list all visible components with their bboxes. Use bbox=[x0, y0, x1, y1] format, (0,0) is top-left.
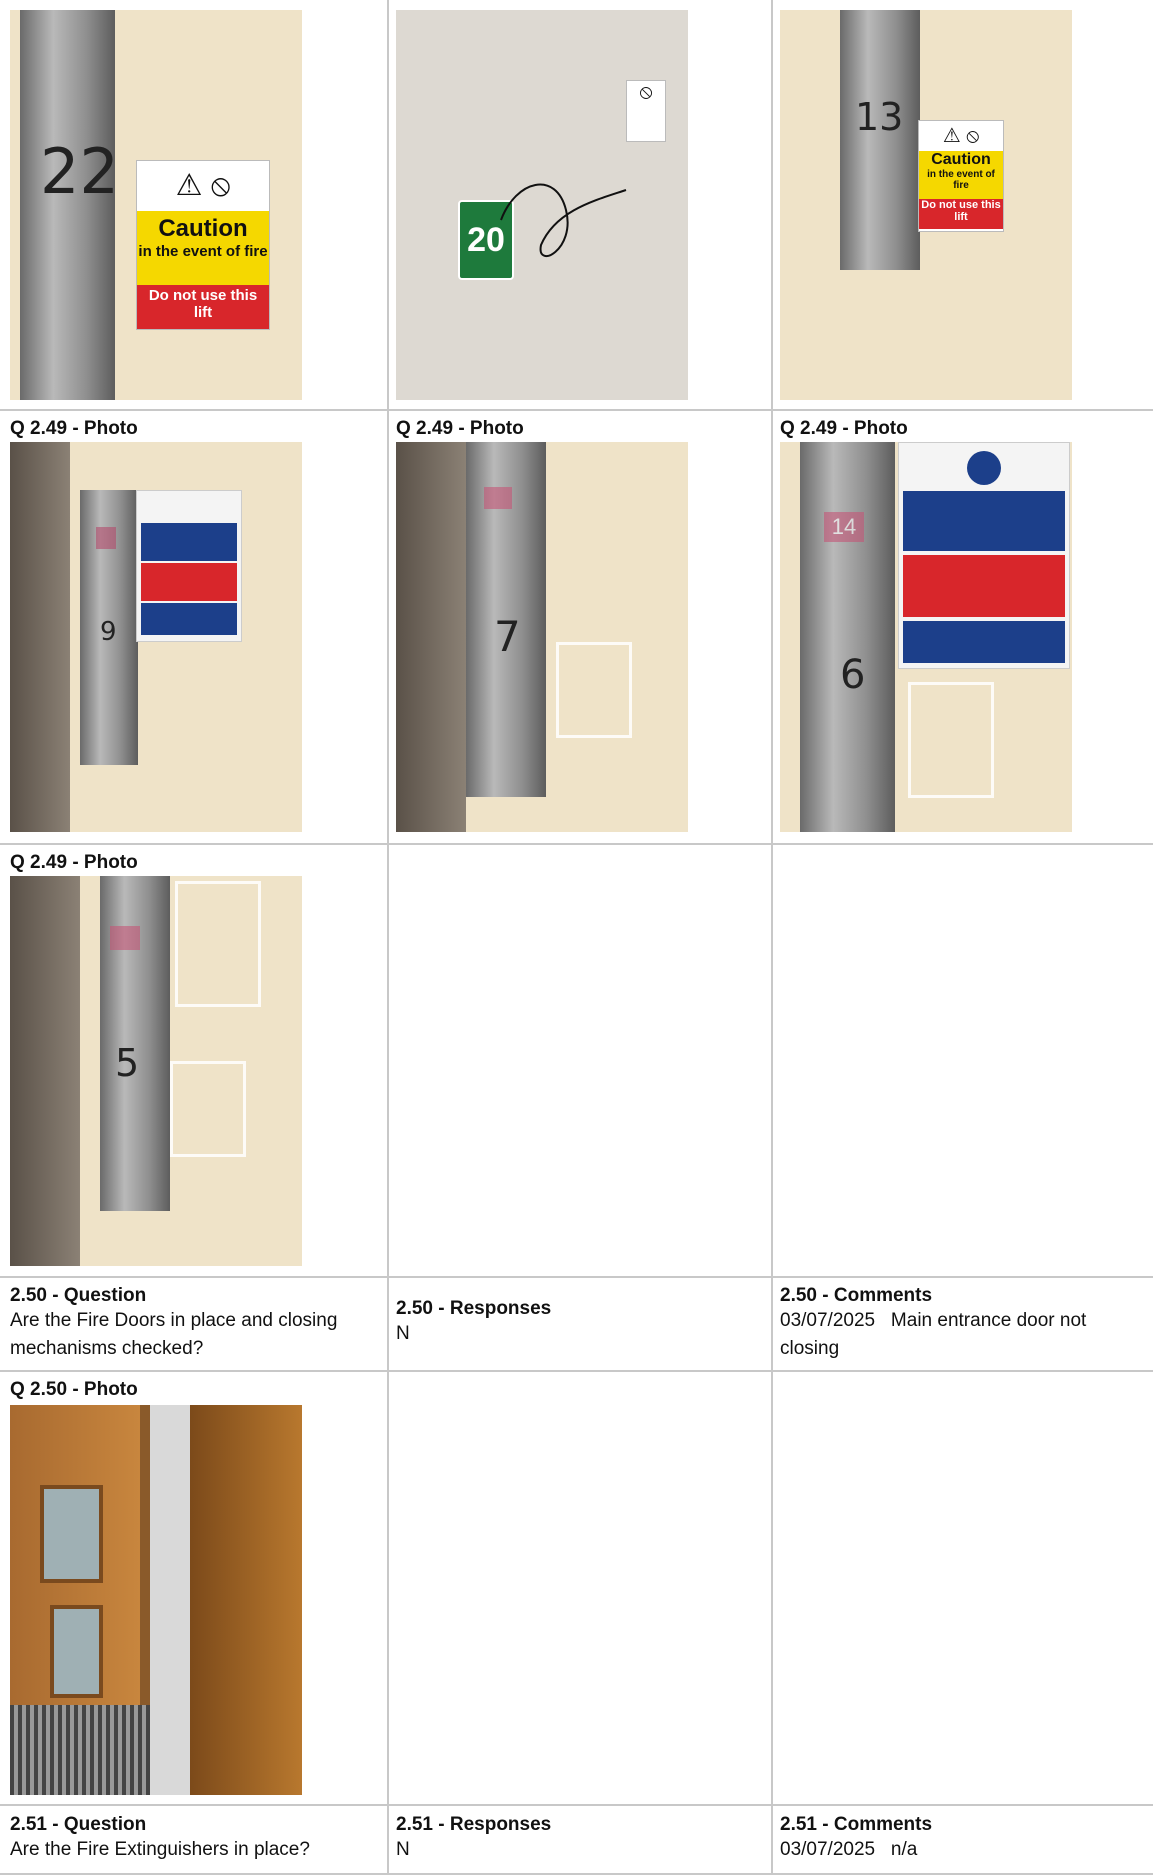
x-mark bbox=[556, 642, 632, 738]
q251-question-text: Are the Fire Extinguishers in place? bbox=[10, 1839, 310, 1860]
fire-action-badge bbox=[967, 451, 1001, 485]
wall-photo-floor-20: ⦸ 20 bbox=[396, 10, 688, 400]
floor-number: 6 bbox=[840, 652, 866, 698]
row-divider bbox=[0, 1276, 1153, 1278]
q250-question-label: 2.50 - Question bbox=[10, 1285, 147, 1306]
row-divider bbox=[0, 1804, 1153, 1806]
q251-question-cell: 2.51 - Question Are the Fire Extinguishe… bbox=[10, 1814, 380, 1864]
q250-question-text: Are the Fire Doors in place and closing … bbox=[10, 1310, 338, 1359]
floor-number: 13 bbox=[855, 95, 904, 139]
x-mark bbox=[908, 682, 994, 798]
q251-comments-value: 03/07/2025 n/a bbox=[780, 1839, 918, 1860]
q250-responses-cell: 2.50 - Responses N bbox=[396, 1298, 766, 1348]
do-not-use-text: Do not use this lift bbox=[919, 199, 1003, 229]
no-smoking-sign: ⦸ bbox=[626, 80, 666, 142]
photo-label: Q 2.49 - Photo bbox=[396, 418, 524, 439]
q251-comments-label: 2.51 - Comments bbox=[780, 1814, 933, 1835]
column-divider bbox=[771, 0, 773, 1875]
checkmark-drawing bbox=[500, 183, 627, 257]
fire-action-sign bbox=[136, 490, 242, 642]
lift-photo-floor-13: 13 ⚠ ⦸ Caution in the event of fire Do n… bbox=[780, 10, 1072, 400]
q251-comments-cell: 2.51 - Comments 03/07/2025 n/a bbox=[780, 1814, 1150, 1864]
caution-title: Caution bbox=[931, 151, 991, 168]
floor-number: 22 bbox=[40, 135, 119, 208]
photo-label: Q 2.50 - Photo bbox=[10, 1379, 138, 1400]
floor-number: 5 bbox=[115, 1041, 140, 1085]
fire-door-photo bbox=[10, 1405, 302, 1795]
photo-label: Q 2.49 - Photo bbox=[780, 418, 908, 439]
lift-display bbox=[96, 527, 116, 549]
door-edge bbox=[150, 1405, 190, 1795]
caution-subtitle: in the event of fire bbox=[927, 169, 995, 191]
q251-question-label: 2.51 - Question bbox=[10, 1814, 147, 1835]
q251-responses-value: N bbox=[396, 1839, 410, 1860]
q250-responses-value: N bbox=[396, 1323, 410, 1344]
lift-photo-floor-6: 14 6 bbox=[780, 442, 1072, 832]
floor-number: 7 bbox=[494, 612, 521, 661]
row-divider bbox=[0, 409, 1153, 411]
x-mark bbox=[175, 881, 261, 1007]
lift-photo-floor-7: 7 bbox=[396, 442, 688, 832]
floor-number: 9 bbox=[100, 617, 117, 647]
q250-comments-value: 03/07/2025 Main entrance door not closin… bbox=[780, 1310, 1092, 1359]
caution-sign: ⚠ ⦸ Caution in the event of fire Do not … bbox=[136, 160, 270, 330]
lift-display bbox=[110, 926, 140, 950]
q250-responses-label: 2.50 - Responses bbox=[396, 1298, 552, 1319]
x-mark bbox=[170, 1061, 246, 1157]
q250-question-cell: 2.50 - Question Are the Fire Doors in pl… bbox=[10, 1285, 380, 1363]
caution-sign: ⚠ ⦸ Caution in the event of fire Do not … bbox=[918, 120, 1004, 232]
lift-call-plate bbox=[800, 442, 895, 832]
q251-responses-cell: 2.51 - Responses N bbox=[396, 1814, 766, 1864]
photo-label: Q 2.49 - Photo bbox=[10, 852, 138, 873]
caution-title: Caution bbox=[158, 215, 248, 242]
do-not-use-text: Do not use this lift bbox=[137, 285, 269, 329]
lift-call-plate bbox=[840, 10, 920, 270]
q250-comments-label: 2.50 - Comments bbox=[780, 1285, 933, 1306]
lift-photo-floor-9: 9 bbox=[10, 442, 302, 832]
row-divider bbox=[0, 843, 1153, 845]
lift-display bbox=[484, 487, 512, 509]
caution-subtitle: in the event of fire bbox=[138, 243, 268, 260]
row-divider bbox=[0, 1370, 1153, 1372]
lift-photo-floor-22: 22 ⚠ ⦸ Caution in the event of fire Do n… bbox=[10, 10, 302, 400]
lift-photo-floor-5: 5 bbox=[10, 876, 302, 1266]
q251-responses-label: 2.51 - Responses bbox=[396, 1814, 552, 1835]
lift-display: 14 bbox=[824, 512, 864, 542]
column-divider bbox=[387, 0, 389, 1875]
fire-action-sign bbox=[898, 442, 1070, 669]
q250-comments-cell: 2.50 - Comments 03/07/2025 Main entrance… bbox=[780, 1285, 1150, 1363]
photo-label: Q 2.49 - Photo bbox=[10, 418, 138, 439]
